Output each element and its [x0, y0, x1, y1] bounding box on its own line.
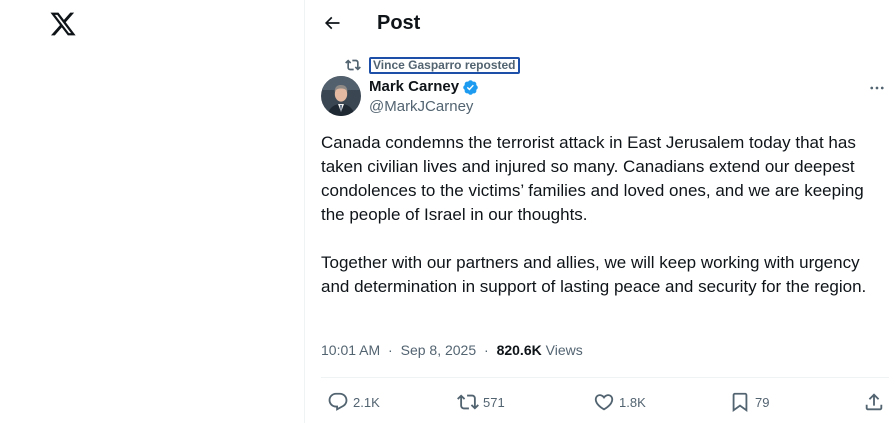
tweet-time[interactable]: 10:01 AM — [321, 342, 380, 358]
bookmark-icon — [732, 392, 748, 413]
meta-separator: · — [484, 342, 489, 358]
divider — [321, 377, 889, 378]
author-name-text: Mark Carney — [369, 78, 460, 95]
reply-count: 2.1K — [353, 394, 380, 410]
tweet-paragraph: Canada condemns the terrorist attack in … — [321, 133, 864, 224]
views-count: 820.6K — [496, 342, 542, 358]
back-button[interactable] — [318, 9, 346, 37]
author-name[interactable]: Mark Carney — [369, 78, 479, 96]
more-horizontal-icon — [870, 86, 884, 90]
repost-context: Vince Gasparro reposted — [345, 56, 520, 74]
repost-icon — [345, 59, 361, 71]
repost-icon — [457, 394, 479, 410]
action-bar: 2.1K 571 1.8K 79 — [321, 389, 895, 415]
post-detail-column: Post Vince Gasparro reposted Mark Carney — [305, 0, 895, 423]
share-button[interactable] — [863, 389, 889, 415]
tweet-paragraph: Together with our partners and allies, w… — [321, 253, 867, 296]
arrow-left-icon — [324, 16, 340, 30]
like-count: 1.8K — [619, 394, 646, 410]
verified-badge-icon — [463, 79, 478, 95]
share-icon — [865, 393, 883, 411]
tweet-date[interactable]: Sep 8, 2025 — [401, 342, 477, 358]
tweet-text: Canada condemns the terrorist attack in … — [321, 131, 889, 299]
avatar[interactable] — [321, 76, 361, 116]
like-button[interactable]: 1.8K — [593, 389, 646, 415]
repost-user-link[interactable]: Vince Gasparro reposted — [369, 56, 520, 74]
views-label: Views — [545, 342, 583, 358]
page: Post Vince Gasparro reposted Mark Carney — [0, 0, 895, 423]
post-header: Post — [305, 0, 895, 46]
meta-separator: · — [388, 342, 393, 358]
author-handle[interactable]: @MarkJCarney — [369, 98, 473, 116]
left-sidebar — [0, 0, 305, 423]
repost-count: 571 — [483, 394, 505, 410]
more-options-button[interactable] — [865, 78, 889, 98]
heart-icon — [594, 394, 614, 411]
bookmark-button[interactable]: 79 — [729, 389, 769, 415]
tweet-meta: 10:01 AM · Sep 8, 2025 · 820.6K Views — [321, 340, 583, 360]
bookmark-count: 79 — [755, 394, 770, 410]
page-title: Post — [377, 12, 421, 34]
reply-button[interactable]: 2.1K — [327, 389, 380, 415]
x-logo-icon[interactable] — [48, 10, 78, 38]
repost-button[interactable]: 571 — [457, 389, 505, 415]
reply-icon — [328, 392, 348, 411]
